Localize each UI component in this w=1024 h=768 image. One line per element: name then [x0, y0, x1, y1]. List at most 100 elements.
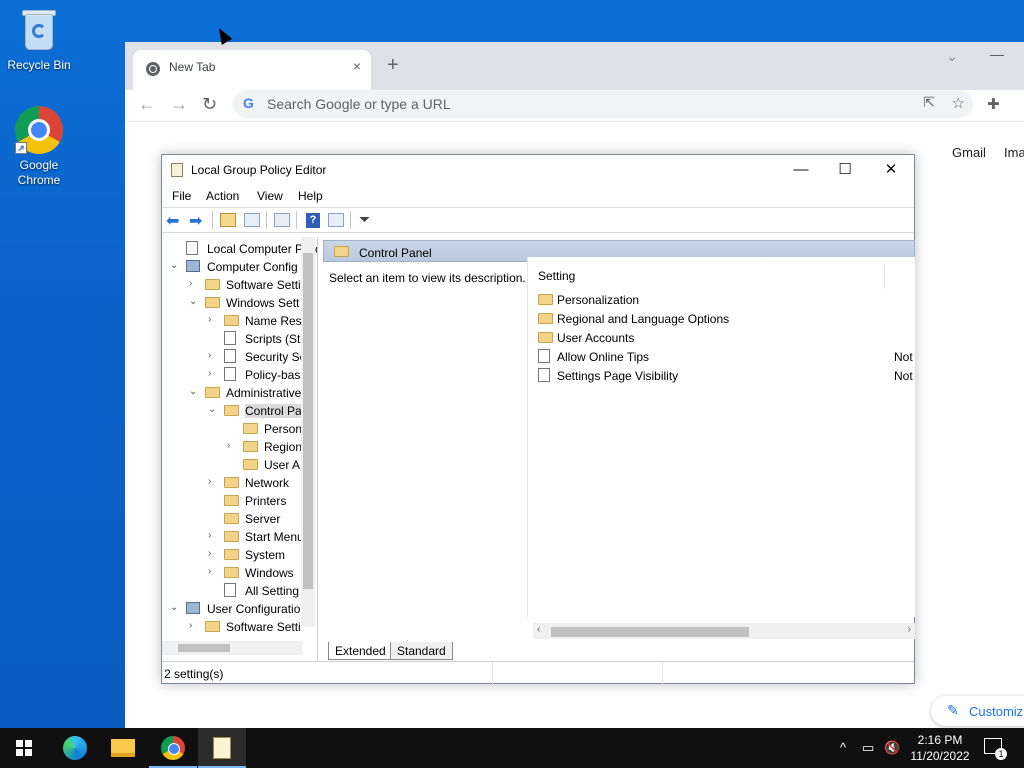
chevron-right-icon[interactable]: ›	[208, 368, 218, 379]
minimize-button[interactable]: —	[784, 159, 818, 181]
help-icon[interactable]: ?	[306, 213, 320, 228]
chevron-right-icon[interactable]: ›	[208, 548, 218, 559]
show-hide-tree-icon[interactable]	[244, 213, 260, 227]
tab-new-tab[interactable]: New Tab ×	[133, 50, 371, 90]
tree-item[interactable]: › Network	[162, 474, 302, 492]
column-header-setting[interactable]: Setting	[538, 269, 575, 283]
tree-item[interactable]: › Region	[162, 438, 302, 456]
extensions-icon[interactable]: ✚	[987, 95, 1000, 113]
tree-item[interactable]: › Security Se	[162, 348, 306, 366]
chevron-down-icon[interactable]: ⌄	[189, 296, 199, 307]
policy-setting-icon	[538, 368, 550, 382]
tree-item[interactable]: › System	[162, 546, 302, 564]
chevron-right-icon[interactable]: ›	[189, 278, 199, 289]
tab-extended[interactable]: Extended	[328, 642, 393, 660]
taskbar-edge[interactable]	[50, 728, 98, 768]
tree-item[interactable]: › Windows	[162, 564, 302, 582]
tree-item[interactable]: ⌄ Computer Config	[162, 258, 302, 276]
taskbar-file-explorer[interactable]	[99, 728, 147, 768]
tree-item[interactable]: All Setting	[162, 582, 302, 600]
gmail-link[interactable]: Gmail	[952, 145, 986, 160]
tray-chevron-icon[interactable]: ^	[840, 740, 846, 755]
tab-close-icon[interactable]: ×	[353, 58, 361, 74]
close-button[interactable]: ✕	[874, 159, 908, 181]
tree-item[interactable]: Scripts (Sta	[162, 330, 307, 348]
tab-standard[interactable]: Standard	[390, 642, 453, 660]
chevron-down-icon[interactable]: ⌄	[189, 386, 199, 397]
tree-item[interactable]: › Software Setti	[162, 618, 302, 636]
browser-minimize-button[interactable]: —	[990, 46, 1004, 62]
menu-view[interactable]: View	[257, 189, 283, 203]
description-text: Select an item to view its description.	[329, 271, 526, 285]
maximize-button[interactable]: ☐	[828, 159, 862, 181]
omnibox-placeholder[interactable]: Search Google or type a URL	[267, 96, 451, 112]
back-arrow-icon[interactable]: ⬅	[166, 211, 184, 230]
chevron-down-icon[interactable]: ⌄	[170, 602, 180, 613]
tree-item[interactable]: ⌄ Control Pa	[162, 402, 302, 420]
scroll-thumb[interactable]	[178, 644, 230, 652]
tab-title: New Tab	[169, 60, 216, 74]
network-icon[interactable]: ▭	[862, 740, 874, 756]
images-link[interactable]: Ima	[1004, 145, 1024, 160]
desktop-icon-recycle-bin[interactable]: Recycle Bin	[1, 6, 77, 72]
up-folder-icon[interactable]	[220, 213, 236, 227]
tree-vertical-scrollbar[interactable]	[301, 237, 315, 627]
tree-item[interactable]: ⌄ Windows Sett	[162, 294, 302, 312]
chevron-right-icon[interactable]: ›	[227, 440, 237, 451]
menu-help[interactable]: Help	[298, 189, 323, 203]
filter-icon[interactable]: ⏷	[359, 211, 377, 227]
chevron-right-icon[interactable]: ›	[208, 350, 218, 361]
forward-arrow-icon[interactable]: ➡	[189, 211, 207, 230]
chevron-down-icon[interactable]: ⌄	[170, 260, 180, 271]
omnibox[interactable]: G Search Google or type a URL ⇱ ☆	[233, 90, 973, 118]
properties-icon[interactable]	[328, 213, 344, 227]
volume-muted-icon[interactable]: 🔇	[884, 740, 900, 756]
back-button[interactable]: ←	[138, 94, 156, 115]
bookmark-star-icon[interactable]: ☆	[952, 94, 965, 112]
file-explorer-icon	[111, 739, 135, 757]
desktop-icon-chrome[interactable]: ↗ Google Chrome	[1, 106, 77, 188]
folder-icon	[205, 621, 220, 632]
tree-item[interactable]: › Policy-bas	[162, 366, 302, 384]
tab-search-icon[interactable]: ⌄	[946, 48, 958, 65]
chevron-right-icon[interactable]: ›	[208, 476, 218, 487]
tree-item[interactable]: Printers	[162, 492, 302, 510]
new-tab-button[interactable]: +	[387, 54, 399, 77]
taskbar-chrome[interactable]	[149, 728, 197, 768]
chevron-right-icon[interactable]: ›	[208, 314, 218, 325]
tree-item[interactable]: Person	[162, 420, 302, 438]
tree-item[interactable]: › Software Setti	[162, 276, 302, 294]
tree-item[interactable]: Server	[162, 510, 302, 528]
folder-icon	[224, 513, 239, 524]
scroll-right-icon[interactable]: ›	[908, 624, 911, 635]
tree-item-label: Network	[245, 476, 290, 490]
details-header-title: Control Panel	[359, 246, 432, 260]
tree-item[interactable]: › Start Menu	[162, 528, 304, 546]
scroll-left-icon[interactable]: ‹	[537, 624, 540, 635]
menu-action[interactable]: Action	[206, 189, 239, 203]
scroll-thumb[interactable]	[551, 627, 749, 637]
scroll-thumb[interactable]	[303, 253, 313, 589]
forward-button[interactable]: →	[170, 94, 188, 115]
reload-button[interactable]: ↻	[202, 94, 217, 115]
tree-item[interactable]: › Name Res	[162, 312, 302, 330]
start-button[interactable]	[0, 728, 48, 768]
chevron-right-icon[interactable]: ›	[208, 530, 218, 541]
tree-item[interactable]: User A	[162, 456, 302, 474]
clock[interactable]: 2:16 PM 11/20/2022	[904, 732, 976, 764]
chevron-right-icon[interactable]: ›	[208, 566, 218, 577]
window-title: Local Group Policy Editor	[191, 163, 327, 177]
share-icon[interactable]: ⇱	[923, 94, 935, 111]
horizontal-scrollbar[interactable]: ‹ ›	[533, 623, 915, 639]
taskbar: ^ ▭ 🔇 2:16 PM 11/20/2022 1	[0, 728, 1024, 768]
tree-item[interactable]: ⌄ Administrative	[162, 384, 302, 402]
tree-item[interactable]: Local Computer Polic	[162, 240, 317, 258]
export-list-icon[interactable]	[274, 213, 290, 227]
taskbar-group-policy-editor[interactable]	[198, 728, 246, 768]
customize-chrome-button[interactable]: ✎ Customiz	[931, 696, 1024, 726]
chevron-right-icon[interactable]: ›	[189, 620, 199, 631]
chevron-down-icon[interactable]: ⌄	[208, 404, 218, 415]
tree-horizontal-scrollbar[interactable]	[162, 641, 302, 655]
menu-file[interactable]: File	[172, 189, 191, 203]
tree-item[interactable]: ⌄ User Configuratio	[162, 600, 302, 618]
